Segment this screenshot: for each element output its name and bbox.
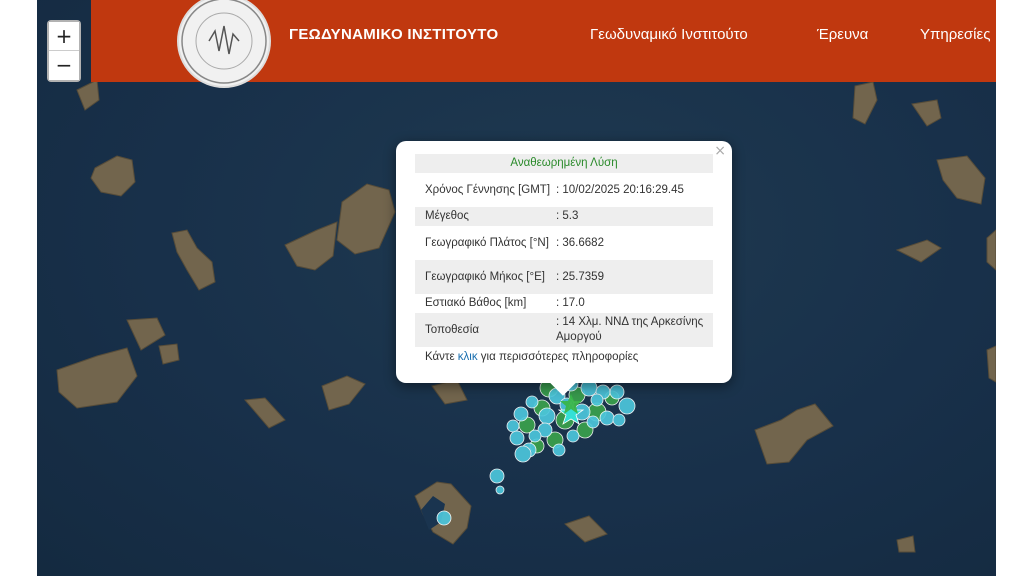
island-17 [564, 515, 608, 543]
island-15 [754, 403, 834, 465]
quake-marker [618, 397, 636, 415]
island-8 [986, 229, 996, 271]
island-2 [171, 229, 216, 291]
island-12 [243, 397, 286, 429]
popup-title: Αναθεωρημένη Λύση [415, 154, 713, 173]
popup-row-origin-time: Χρόνος Γέννησης [GMT] : 10/02/2025 20:16… [415, 173, 713, 207]
quake-marker [436, 510, 452, 526]
island-naxos [336, 183, 396, 255]
quake-marker [590, 393, 604, 407]
institute-logo[interactable] [177, 0, 271, 88]
zoom-control: + − [47, 20, 81, 82]
quake-marker [506, 419, 520, 433]
seal-icon [181, 0, 267, 84]
island-14 [431, 379, 468, 405]
quake-marker [528, 429, 542, 443]
island-16 [986, 345, 996, 383]
island-6 [936, 155, 986, 205]
quake-marker [609, 384, 625, 400]
popup-label: Εστιακό Βάθος [km] [425, 297, 527, 309]
popup-label: Γεωγραφικό Πλάτος [°N] [425, 236, 549, 249]
island-4 [852, 81, 878, 125]
site-header: ΓΕΩΔΥΝΑΜΙΚΟ ΙΝΣΤΙΤΟΥΤΟ Γεωδυναμικό Ινστι… [91, 0, 996, 88]
more-prefix: Κάντε [425, 351, 458, 363]
right-frame [996, 0, 1024, 576]
popup-value: : 5.3 [556, 210, 579, 222]
quake-marker [538, 407, 556, 425]
island-10 [56, 347, 138, 409]
left-frame [0, 0, 37, 576]
popup-row-magnitude: Μέγεθος : 5.3 [415, 207, 713, 226]
island-syros [90, 155, 136, 197]
quake-marker [495, 485, 505, 495]
nav-item-services[interactable]: Υπηρεσίες [920, 26, 996, 43]
popup-close-button[interactable]: × [714, 143, 726, 159]
popup-value: : 17.0 [556, 297, 585, 309]
brand-title[interactable]: ΓΕΩΔΥΝΑΜΙΚΟ ΙΝΣΤΙΤΟΥΤΟ [289, 26, 498, 43]
quake-marker [514, 445, 532, 463]
quake-marker [489, 468, 505, 484]
quake-marker [552, 443, 566, 457]
earthquake-popup: × Αναθεωρημένη Λύση Χρόνος Γέννησης [GMT… [396, 141, 732, 396]
more-suffix: για περισσότερες πληροφορίες [477, 351, 639, 363]
popup-row-location: Τοποθεσία : 14 Χλμ. ΝΝΔ της Αρκεσίνης Αμ… [415, 313, 713, 347]
quake-marker [513, 406, 529, 422]
popup-label: Μέγεθος [425, 210, 469, 222]
popup-label: Γεωγραφικό Μήκος [°E] [425, 270, 545, 283]
quake-marker [509, 430, 525, 446]
quake-marker [599, 410, 615, 426]
island-18 [896, 535, 916, 553]
popup-row-latitude: Γεωγραφικό Πλάτος [°N] : 36.6682 [415, 226, 713, 260]
island-13 [321, 375, 366, 411]
island-9 [126, 317, 166, 351]
island-5 [911, 99, 942, 127]
popup-more-info: Κάντε κλικ για περισσότερες πληροφορίες [415, 351, 713, 363]
popup-value: : 36.6682 [556, 236, 604, 249]
island-3 [284, 221, 338, 271]
nav-item-institute[interactable]: Γεωδυναμικό Ινστιτούτο [590, 26, 748, 43]
popup-row-depth: Εστιακό Βάθος [km] : 17.0 [415, 294, 713, 313]
quake-marker [612, 413, 626, 427]
popup-label: Τοποθεσία [425, 323, 479, 336]
quake-marker [566, 429, 580, 443]
popup-value: : 25.7359 [556, 270, 604, 283]
more-info-link[interactable]: κλικ [458, 351, 478, 363]
popup-value: : 14 Χλμ. ΝΝΔ της Αρκεσίνης Αμοργού [556, 316, 704, 343]
zoom-out-button[interactable]: − [49, 51, 79, 80]
popup-value: : 10/02/2025 20:16:29.45 [556, 183, 684, 196]
popup-row-longitude: Γεωγραφικό Μήκος [°E] : 25.7359 [415, 260, 713, 294]
nav-item-research[interactable]: Έρευνα [817, 26, 868, 43]
popup-details-table: Αναθεωρημένη Λύση Χρόνος Γέννησης [GMT] … [415, 154, 713, 363]
quake-marker [586, 415, 600, 429]
quake-marker [525, 395, 539, 409]
island-11 [158, 343, 180, 365]
zoom-in-button[interactable]: + [49, 22, 79, 51]
island-1 [76, 79, 100, 111]
popup-label: Χρόνος Γέννησης [GMT] [425, 183, 551, 196]
island-7 [895, 239, 942, 263]
